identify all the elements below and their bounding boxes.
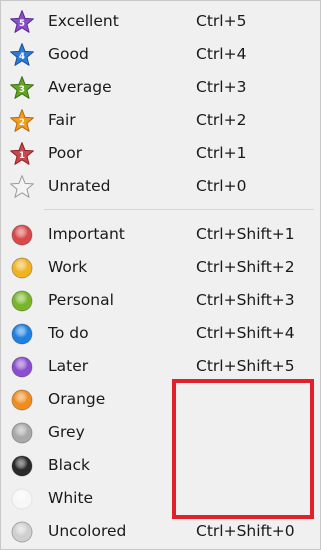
menu-item-label: Orange — [48, 390, 106, 408]
menu-item-label: Average — [48, 78, 112, 96]
menu-item-label: Personal — [48, 291, 114, 309]
svg-text:1: 1 — [19, 151, 25, 161]
star-4-icon: 4 — [9, 42, 35, 68]
menu-item-label: Good — [48, 45, 89, 63]
star-1-icon: 1 — [9, 141, 35, 167]
uncolored-circle-icon — [9, 519, 35, 545]
svg-text:2: 2 — [19, 118, 25, 128]
svg-text:4: 4 — [19, 52, 25, 62]
blue-circle-icon — [9, 321, 35, 347]
menu-item-shortcut: Ctrl+3 — [196, 78, 247, 96]
menu-item-personal[interactable]: Personal Ctrl+Shift+3 — [1, 284, 320, 317]
menu-item-good[interactable]: 4 Good Ctrl+4 — [1, 38, 320, 71]
menu-item-label: Work — [48, 258, 88, 276]
menu-item-work[interactable]: Work Ctrl+Shift+2 — [1, 251, 320, 284]
yellow-circle-icon — [9, 255, 35, 281]
menu-item-label: Later — [48, 357, 89, 375]
menu-item-label: Black — [48, 456, 90, 474]
green-circle-icon — [9, 288, 35, 314]
menu-item-shortcut: Ctrl+Shift+0 — [196, 522, 295, 540]
menu-item-important[interactable]: Important Ctrl+Shift+1 — [1, 218, 320, 251]
star-5-icon: 5 — [9, 9, 35, 35]
menu-item-unrated[interactable]: Unrated Ctrl+0 — [1, 170, 320, 203]
menu-item-label: Uncolored — [48, 522, 127, 540]
menu-item-label: Grey — [48, 423, 85, 441]
menu-item-shortcut: Ctrl+Shift+2 — [196, 258, 295, 276]
menu-item-shortcut: Ctrl+0 — [196, 177, 247, 195]
svg-text:5: 5 — [19, 19, 25, 29]
menu-item-average[interactable]: 3 Average Ctrl+3 — [1, 71, 320, 104]
menu-item-shortcut: Ctrl+1 — [196, 144, 247, 162]
menu-item-shortcut: Ctrl+4 — [196, 45, 247, 63]
white-circle-icon — [9, 486, 35, 512]
purple-circle-icon — [9, 354, 35, 380]
annotation-highlight-box — [172, 379, 314, 519]
star-2-icon: 2 — [9, 108, 35, 134]
menu-item-shortcut: Ctrl+Shift+3 — [196, 291, 295, 309]
svg-text:3: 3 — [19, 85, 25, 95]
grey-circle-icon — [9, 420, 35, 446]
menu-item-fair[interactable]: 2 Fair Ctrl+2 — [1, 104, 320, 137]
star-3-icon: 3 — [9, 75, 35, 101]
menu-item-label: Important — [48, 225, 125, 243]
menu-item-shortcut: Ctrl+5 — [196, 12, 247, 30]
menu-item-label: Unrated — [48, 177, 111, 195]
menu-item-label: Excellent — [48, 12, 119, 30]
menu-separator — [44, 209, 314, 210]
menu-item-label: White — [48, 489, 94, 507]
menu-item-to-do[interactable]: To do Ctrl+Shift+4 — [1, 317, 320, 350]
menu-item-label: Poor — [48, 144, 83, 162]
menu-item-excellent[interactable]: 5 Excellent Ctrl+5 — [1, 5, 320, 38]
star-empty-icon — [9, 174, 35, 200]
context-menu: 5 Excellent Ctrl+5 4 Good Ctrl+4 3 Avera… — [0, 0, 321, 550]
black-circle-icon — [9, 453, 35, 479]
orange-circle-icon — [9, 387, 35, 413]
menu-item-label: To do — [48, 324, 89, 342]
menu-item-label: Fair — [48, 111, 76, 129]
red-circle-icon — [9, 222, 35, 248]
menu-item-shortcut: Ctrl+Shift+4 — [196, 324, 295, 342]
menu-item-shortcut: Ctrl+Shift+1 — [196, 225, 295, 243]
menu-item-shortcut: Ctrl+2 — [196, 111, 247, 129]
menu-item-uncolored[interactable]: Uncolored Ctrl+Shift+0 — [1, 515, 320, 548]
menu-item-poor[interactable]: 1 Poor Ctrl+1 — [1, 137, 320, 170]
